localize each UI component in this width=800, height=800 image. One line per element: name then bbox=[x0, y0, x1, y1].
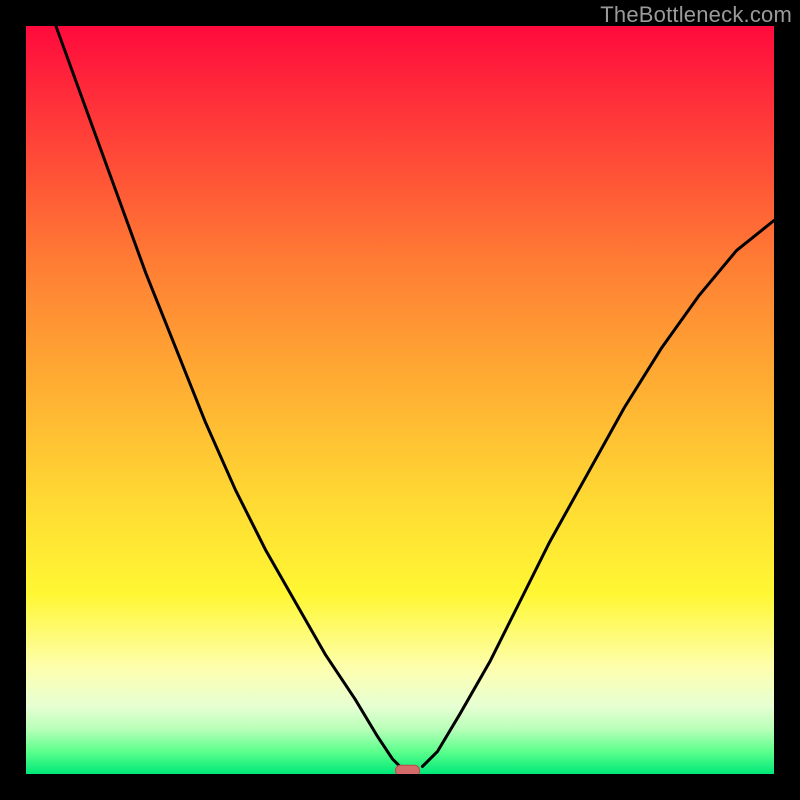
plot-area bbox=[26, 26, 774, 774]
curve-right-branch bbox=[422, 221, 774, 767]
minimum-marker bbox=[396, 765, 420, 774]
chart-frame: TheBottleneck.com bbox=[0, 0, 800, 800]
watermark-text: TheBottleneck.com bbox=[600, 2, 792, 28]
curve-svg bbox=[26, 26, 774, 774]
curve-left-branch bbox=[56, 26, 400, 767]
